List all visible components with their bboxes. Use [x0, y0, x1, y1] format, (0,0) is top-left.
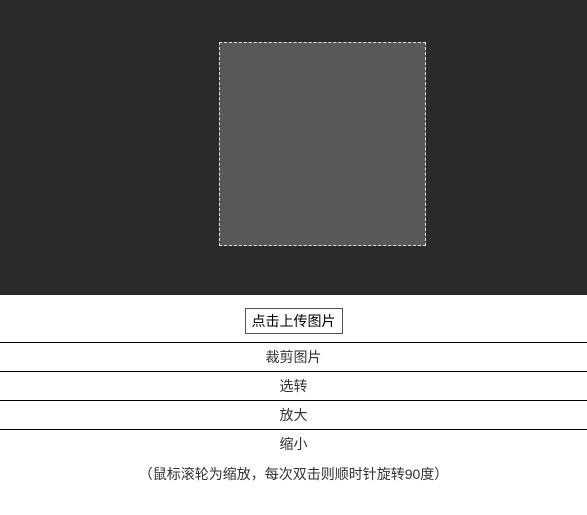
controls-panel: 点击上传图片 裁剪图片 选转 放大 缩小 （鼠标滚轮为缩放，每次双击则顺时针旋转…: [0, 295, 587, 500]
zoom-in-button[interactable]: 放大: [0, 400, 587, 429]
zoom-out-button[interactable]: 缩小: [0, 429, 587, 458]
hint-text: （鼠标滚轮为缩放，每次双击则顺时针旋转90度）: [0, 458, 587, 500]
image-canvas[interactable]: [0, 0, 587, 295]
rotate-button[interactable]: 选转: [0, 371, 587, 400]
crop-button[interactable]: 裁剪图片: [0, 342, 587, 371]
upload-button[interactable]: 点击上传图片: [245, 308, 343, 334]
upload-row: 点击上传图片: [0, 295, 587, 342]
crop-selection-box[interactable]: [219, 42, 426, 246]
